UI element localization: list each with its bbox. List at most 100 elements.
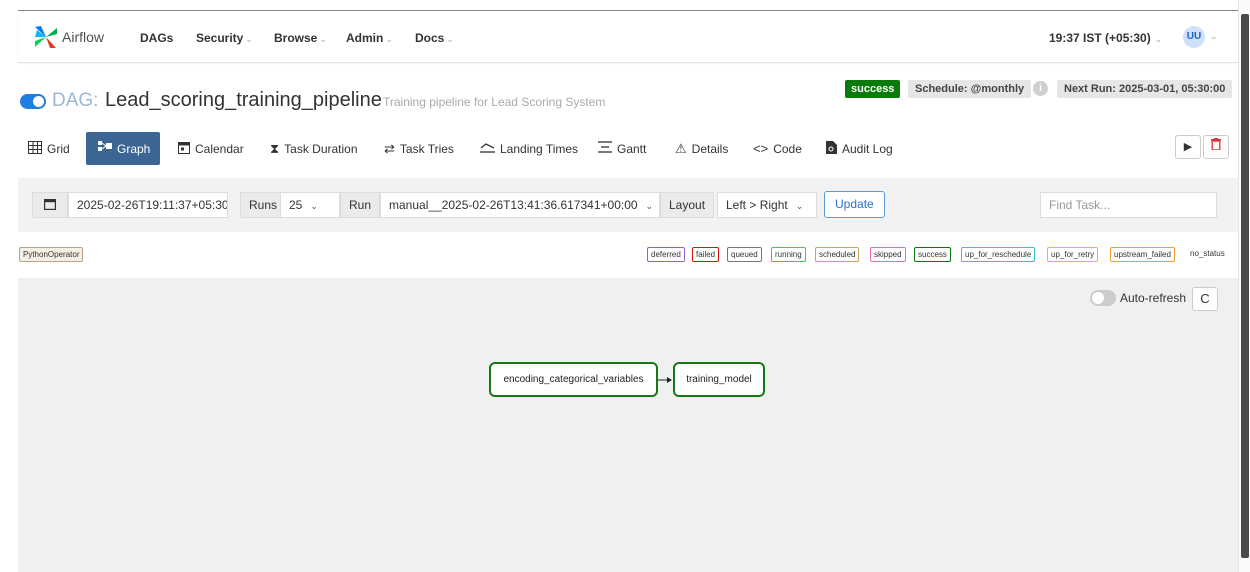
chevron-down-icon: ⌄ [385,34,393,44]
schedule-badge: Schedule: @monthly [908,80,1032,98]
dag-description: Training pipeline for Lead Scoring Syste… [383,95,606,109]
code-icon: <> [753,141,769,156]
vertical-scrollbar[interactable] [1238,0,1250,572]
operator-tag[interactable]: PythonOperator [19,247,84,262]
tab-label: Graph [117,141,151,156]
tab-gantt[interactable]: Gantt [598,132,646,165]
graph-canvas[interactable]: Auto-refresh C encoding_categorical_vari… [18,278,1240,572]
legend-running[interactable]: running [771,247,806,262]
run-label: Run [340,192,381,218]
scrollbar-thumb[interactable] [1241,14,1249,558]
user-avatar[interactable]: UU [1183,26,1205,48]
chevron-down-icon: ⌄ [245,34,253,44]
tab-task-duration[interactable]: ⧗ Task Duration [270,132,358,165]
tab-landing-times[interactable]: Landing Times [480,132,578,165]
tab-code[interactable]: <> Code [753,132,802,165]
tab-label: Landing Times [500,141,579,156]
tab-label: Gantt [617,141,647,156]
chevron-down-icon[interactable]: ⌄ [1210,31,1218,42]
chevron-down-icon: ⌄ [795,201,804,211]
legend-skipped[interactable]: skipped [870,247,906,262]
runs-value: 25 [289,198,303,212]
tab-label: Grid [47,141,70,156]
runs-select[interactable]: 25 ⌄ [280,192,340,218]
find-task-input[interactable]: Find Task... [1040,192,1217,218]
hourglass-icon: ⧗ [270,140,280,156]
legend-upstream-failed[interactable]: upstream_failed [1110,247,1175,262]
run-select[interactable]: manual__2025-02-26T13:41:36.617341+00:00… [380,192,660,218]
trash-icon [1211,138,1221,153]
warning-icon: ⚠ [675,140,687,156]
switch-knob [1092,292,1104,304]
legend-failed[interactable]: failed [692,247,720,262]
task-node-encoding-categorical-variables[interactable]: encoding_categorical_variables [489,362,658,397]
nav-dags[interactable]: DAGs [140,31,173,45]
dag-pause-toggle[interactable] [20,94,46,109]
airflow-pinwheel-icon [35,26,57,48]
nav-admin[interactable]: Admin ⌄ [346,31,393,45]
legend-queued[interactable]: queued [727,247,762,262]
chevron-down-icon: ⌄ [310,201,318,211]
legend-no-status[interactable]: no_status [1187,247,1228,260]
legend-scheduled[interactable]: scheduled [815,247,860,262]
brand-name: Airflow [62,29,105,45]
retry-icon: ⇄ [384,140,395,156]
nav-docs[interactable]: Docs ⌄ [415,31,454,45]
refresh-button[interactable]: C [1192,287,1218,311]
auto-refresh-label: Auto-refresh [1120,291,1187,305]
tab-label: Audit Log [842,141,893,156]
graph-icon [98,141,112,156]
tab-label: Calendar [195,141,244,156]
landing-icon [480,141,495,156]
task-node-training-model[interactable]: training_model [673,362,765,397]
top-navbar: Airflow DAGs Security ⌄ Browse ⌄ Admin ⌄ Do… [18,11,1240,63]
nav-browse-label: Browse [274,31,318,45]
audit-icon [826,140,837,157]
play-icon: ▶ [1183,141,1193,153]
next-run-badge: Next Run: 2025-03-01, 05:30:00 [1057,80,1233,98]
calendar-icon [44,198,57,212]
legend-up-for-reschedule[interactable]: up_for_reschedule [961,247,1036,262]
tab-task-tries[interactable]: ⇄ Task Tries [384,132,454,165]
window-top [0,0,1250,10]
nav-security[interactable]: Security ⌄ [196,31,253,45]
auto-refresh-toggle[interactable]: Auto-refresh [1090,290,1186,306]
tab-label: Details [691,141,729,156]
update-button[interactable]: Update [824,191,885,218]
layout-select[interactable]: Left > Right ⌄ [717,192,817,218]
nav-security-label: Security [196,31,244,45]
legend-deferred[interactable]: deferred [647,247,685,262]
calendar-icon [178,141,190,157]
legend-up-for-retry[interactable]: up_for_retry [1047,247,1099,262]
trigger-dag-button[interactable]: ▶ [1175,135,1201,159]
task-node-label: encoding_categorical_variables [503,374,644,385]
tab-details[interactable]: ⚠ Details [675,132,728,165]
tab-graph[interactable]: Graph [86,132,160,165]
nav-browse[interactable]: Browse ⌄ [274,31,327,45]
dag-state-badge: success [845,80,901,98]
info-icon[interactable]: i [1033,81,1048,96]
date-picker-button[interactable] [32,192,68,218]
current-time: 19:37 IST (+05:30) [1049,31,1151,45]
layout-value: Left > Right [726,198,788,212]
timezone-selector[interactable]: 19:37 IST (+05:30) ⌄ [1049,31,1162,45]
grid-icon [28,140,42,157]
airflow-logo[interactable]: Airflow [32,23,104,51]
tab-calendar[interactable]: Calendar [178,132,244,165]
dag-prefix: DAG: [52,90,99,111]
gantt-icon [598,141,612,156]
run-value: manual__2025-02-26T13:41:36.617341+00:00 [389,198,638,212]
dag-title: Lead_scoring_training_pipeline [105,89,382,111]
tab-grid[interactable]: Grid [28,132,70,165]
chevron-down-icon: ⌄ [319,34,327,44]
tab-label: Task Duration [284,141,358,156]
legend-success[interactable]: success [914,247,951,262]
layout-label: Layout [660,192,715,218]
tab-audit-log[interactable]: Audit Log [826,132,893,165]
delete-dag-button[interactable] [1203,135,1229,159]
chevron-down-icon: ⌄ [1154,34,1163,44]
task-edge [658,377,672,383]
nav-dags-label: DAGs [140,31,174,45]
auto-refresh-switch[interactable] [1090,290,1116,306]
base-date-input[interactable]: 2025-02-26T19:11:37+05:30 [68,192,228,218]
